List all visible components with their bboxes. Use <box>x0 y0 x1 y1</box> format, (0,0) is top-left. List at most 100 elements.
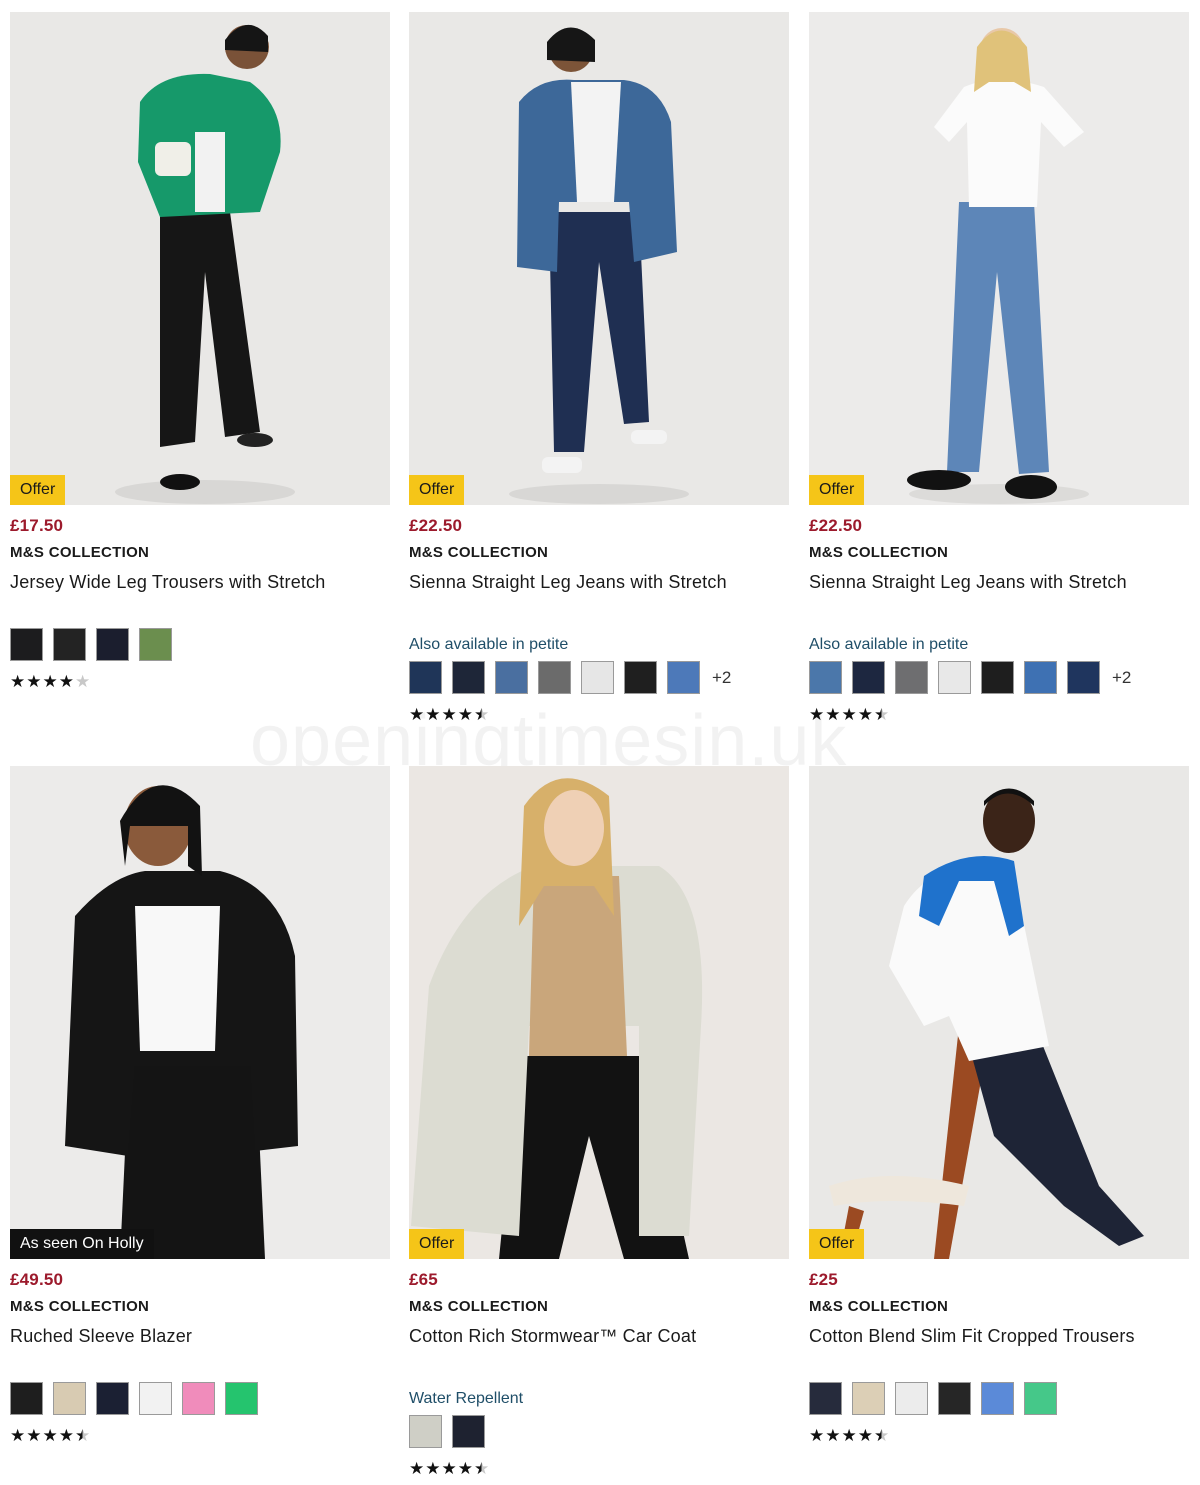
colour-swatch-white[interactable] <box>938 661 971 694</box>
product-card[interactable]: Offer £22.50 M&S COLLECTION Sienna Strai… <box>809 12 1189 742</box>
colour-swatch-indigo[interactable] <box>1067 661 1100 694</box>
product-name-link[interactable]: Sienna Straight Leg Jeans with Stretch <box>409 572 727 593</box>
product-image[interactable]: Offer <box>809 12 1189 505</box>
colour-swatch-black[interactable] <box>938 1382 971 1415</box>
product-price: £17.50 <box>10 516 64 535</box>
product-name-link[interactable]: Ruched Sleeve Blazer <box>10 1326 192 1347</box>
colour-swatch-black[interactable] <box>10 628 43 661</box>
product-card[interactable]: Offer £25 M&S COLLECTION Cotton Blend Sl… <box>809 766 1189 1466</box>
star-icon: ★ <box>841 705 857 725</box>
rating-stars: ★ ★ ★ ★ ★ <box>10 674 90 691</box>
star-icon: ★ <box>26 672 42 692</box>
star-icon: ★ <box>825 705 841 725</box>
colour-swatch-navy[interactable] <box>809 1382 842 1415</box>
star-icon: ★ <box>42 1426 58 1446</box>
colour-swatch-stone[interactable] <box>852 1382 885 1415</box>
offer-badge: Offer <box>809 1229 865 1259</box>
water-repellent-label: Water Repellent <box>409 1390 524 1407</box>
star-icon: ★ <box>10 1426 26 1446</box>
colour-swatch-medium-blue[interactable] <box>495 661 528 694</box>
product-image[interactable]: As seen On Holly <box>10 766 390 1259</box>
product-image[interactable]: Offer <box>409 12 789 505</box>
star-icon: ★ <box>58 1426 74 1446</box>
colour-swatch-white[interactable] <box>139 1382 172 1415</box>
colour-swatch-white[interactable] <box>895 1382 928 1415</box>
star-half-icon: ★ <box>474 1459 490 1479</box>
star-half-icon: ★ <box>75 1426 91 1446</box>
product-image[interactable]: Offer <box>809 766 1189 1259</box>
colour-swatch-black[interactable] <box>981 661 1014 694</box>
colour-swatches: +2 <box>809 661 1131 694</box>
colour-swatch-grey[interactable] <box>895 661 928 694</box>
colour-swatch-green[interactable] <box>225 1382 258 1415</box>
offer-badge: Offer <box>10 475 66 505</box>
petite-availability-link[interactable]: Also available in petite <box>409 636 568 654</box>
product-price: £49.50 <box>10 1270 64 1289</box>
product-name-link[interactable]: Cotton Blend Slim Fit Cropped Trousers <box>809 1326 1135 1347</box>
colour-swatch-pink[interactable] <box>182 1382 215 1415</box>
colour-swatch-bright-blue[interactable] <box>1024 661 1057 694</box>
product-photo-illustration <box>409 766 789 1259</box>
petite-availability-link[interactable]: Also available in petite <box>809 636 968 654</box>
colour-swatch-white[interactable] <box>581 661 614 694</box>
product-brand: M&S COLLECTION <box>809 1298 949 1315</box>
colour-swatch-dark-navy[interactable] <box>852 661 885 694</box>
colour-swatch-green[interactable] <box>1024 1382 1057 1415</box>
more-colours-link[interactable]: +2 <box>712 668 731 688</box>
product-price: £22.50 <box>809 516 863 535</box>
colour-swatches <box>809 1382 1057 1415</box>
colour-swatch-stone[interactable] <box>409 1415 442 1448</box>
colour-swatch-indigo[interactable] <box>409 661 442 694</box>
product-photo-illustration <box>809 12 1189 505</box>
star-icon: ★ <box>26 1426 42 1446</box>
star-icon: ★ <box>809 1426 825 1446</box>
offer-badge: Offer <box>809 475 865 505</box>
product-brand: M&S COLLECTION <box>10 544 150 561</box>
rating-stars: ★ ★ ★ ★ ★ <box>809 707 889 724</box>
product-brand: M&S COLLECTION <box>409 1298 549 1315</box>
star-icon: ★ <box>457 705 473 725</box>
star-icon: ★ <box>457 1459 473 1479</box>
product-card[interactable]: Offer £22.50 M&S COLLECTION Sienna Strai… <box>409 12 789 742</box>
colour-swatches <box>409 1415 485 1448</box>
star-icon: ★ <box>10 672 26 692</box>
product-price: £22.50 <box>409 516 463 535</box>
colour-swatch-grey[interactable] <box>538 661 571 694</box>
product-card[interactable]: As seen On Holly £49.50 M&S COLLECTION R… <box>10 766 390 1466</box>
star-icon: ★ <box>857 1426 873 1446</box>
product-name-link[interactable]: Cotton Rich Stormwear™ Car Coat <box>409 1326 696 1347</box>
colour-swatches <box>10 628 172 661</box>
rating-stars: ★ ★ ★ ★ ★ <box>809 1428 889 1445</box>
product-image[interactable]: Offer <box>409 766 789 1259</box>
more-colours-link[interactable]: +2 <box>1112 668 1131 688</box>
colour-swatch-navy[interactable] <box>452 1415 485 1448</box>
rating-stars: ★ ★ ★ ★ ★ <box>409 1461 489 1478</box>
product-photo-illustration <box>10 766 390 1259</box>
colour-swatch-black[interactable] <box>10 1382 43 1415</box>
star-icon: ★ <box>75 672 91 692</box>
colour-swatches <box>10 1382 258 1415</box>
colour-swatch-green[interactable] <box>139 628 172 661</box>
colour-swatch-stone[interactable] <box>53 1382 86 1415</box>
product-name-link[interactable]: Sienna Straight Leg Jeans with Stretch <box>809 572 1127 593</box>
star-half-icon: ★ <box>474 705 490 725</box>
product-image[interactable]: Offer <box>10 12 390 505</box>
star-icon: ★ <box>42 672 58 692</box>
product-card[interactable]: Offer £17.50 M&S COLLECTION Jersey Wide … <box>10 12 390 712</box>
product-brand: M&S COLLECTION <box>10 1298 150 1315</box>
colour-swatch-blue[interactable] <box>981 1382 1014 1415</box>
star-icon: ★ <box>409 1459 425 1479</box>
colour-swatch-dark-navy[interactable] <box>452 661 485 694</box>
star-icon: ★ <box>841 1426 857 1446</box>
star-icon: ★ <box>425 1459 441 1479</box>
colour-swatch-charcoal[interactable] <box>53 628 86 661</box>
star-icon: ★ <box>857 705 873 725</box>
colour-swatch-light-blue[interactable] <box>667 661 700 694</box>
colour-swatch-black[interactable] <box>624 661 657 694</box>
star-icon: ★ <box>425 705 441 725</box>
product-card[interactable]: Offer £65 M&S COLLECTION Cotton Rich Sto… <box>409 766 789 1485</box>
product-name-link[interactable]: Jersey Wide Leg Trousers with Stretch <box>10 572 326 593</box>
colour-swatch-navy[interactable] <box>96 628 129 661</box>
colour-swatch-medium-blue[interactable] <box>809 661 842 694</box>
colour-swatch-navy[interactable] <box>96 1382 129 1415</box>
